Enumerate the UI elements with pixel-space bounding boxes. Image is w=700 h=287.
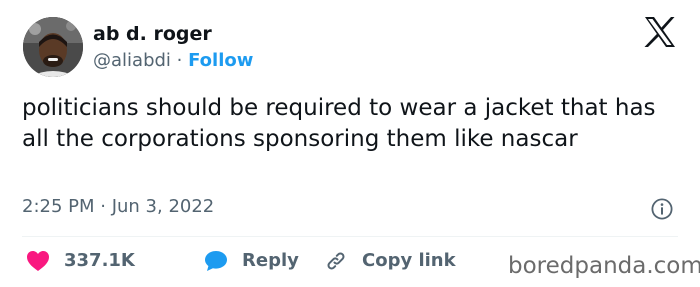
- likes-count: 337.1K: [64, 250, 135, 271]
- tweet-time: 2:25 PM: [22, 196, 95, 217]
- link-icon: [324, 249, 348, 273]
- tweet-timestamp[interactable]: 2:25 PM · Jun 3, 2022: [22, 195, 214, 219]
- watermark: boredpanda.com: [508, 253, 700, 279]
- info-icon[interactable]: [651, 198, 673, 220]
- author-handle[interactable]: @aliabdi: [93, 50, 171, 71]
- handle-separator: ·: [170, 49, 189, 71]
- action-bar: 337.1K Reply Copy link: [26, 247, 456, 275]
- like-button[interactable]: 337.1K: [26, 249, 204, 273]
- user-info: ab d. roger @aliabdi · Follow: [93, 22, 253, 73]
- tweet-text: politicians should be required to wear a…: [22, 95, 656, 152]
- tweet-header: ab d. roger @aliabdi · Follow: [23, 16, 253, 78]
- copy-link-label: Copy link: [362, 250, 456, 271]
- tweet-card: ab d. roger @aliabdi · Follow politician…: [0, 0, 700, 287]
- author-name[interactable]: ab d. roger: [93, 22, 253, 46]
- handle-row: @aliabdi · Follow: [93, 49, 253, 73]
- speech-bubble-icon: [204, 250, 228, 272]
- x-logo-icon[interactable]: [644, 17, 676, 47]
- heart-icon: [26, 250, 50, 272]
- avatar[interactable]: [23, 17, 83, 77]
- copy-link-button[interactable]: Copy link: [324, 249, 456, 273]
- reply-button[interactable]: Reply: [204, 249, 324, 273]
- follow-button[interactable]: Follow: [188, 50, 253, 71]
- date-separator: ·: [94, 196, 112, 217]
- tweet-date: Jun 3, 2022: [111, 196, 215, 217]
- reply-label: Reply: [242, 250, 299, 271]
- divider: [22, 236, 678, 237]
